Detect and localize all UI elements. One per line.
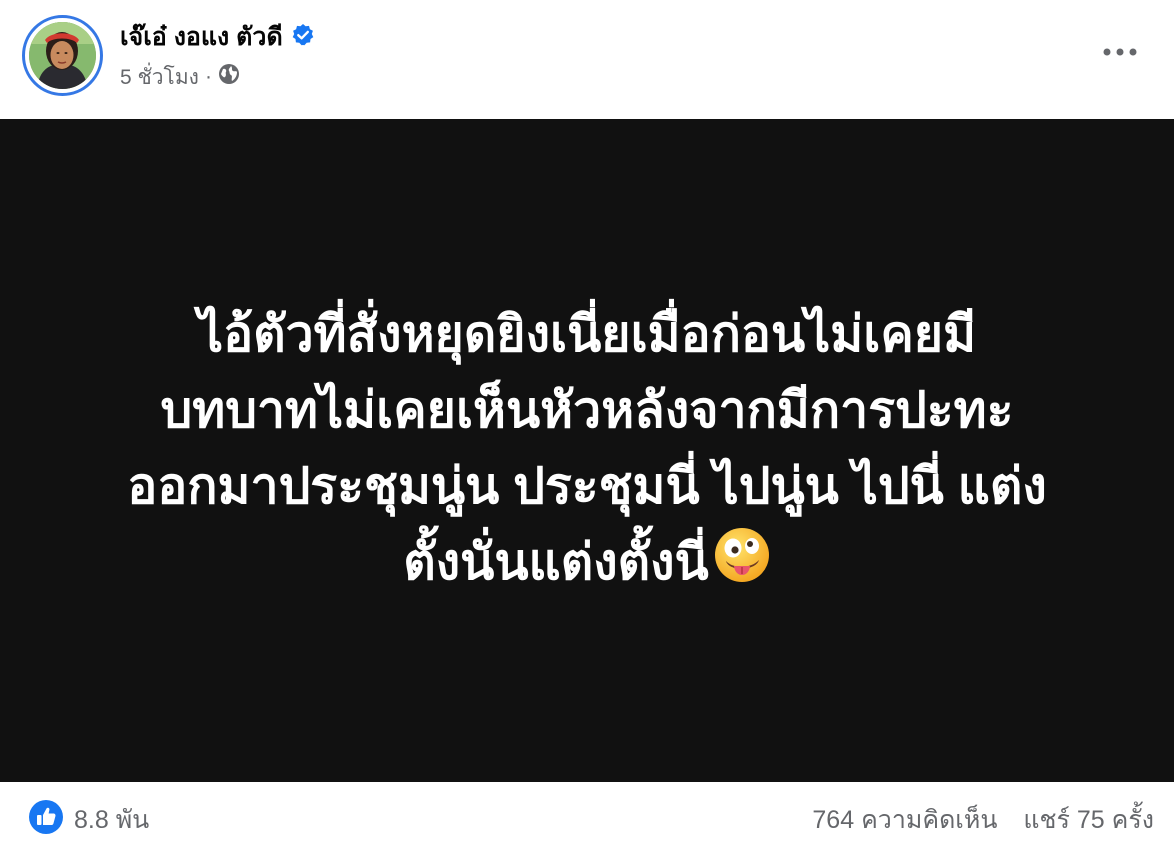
post-text-line: บทบาทไม่เคยเห็นหัวหลังจากมีการปะทะ	[160, 381, 1014, 438]
verified-badge-icon	[291, 23, 315, 52]
post-text-line: ไอ้ตัวที่สั่งหยุดยิงเนี่ยเมื่อก่อนไม่เคย…	[197, 305, 977, 362]
zany-face-emoji-icon	[713, 526, 771, 605]
more-options-button[interactable]	[1096, 34, 1144, 70]
post-header: เจ๊เอ๋ งอแง ตัวดี 5 ชั่วโมง ·	[0, 0, 1174, 119]
profile-photo	[29, 22, 96, 89]
engagement-stats: 764 ความคิดเห็น แชร์ 75 ครั้ง	[812, 802, 1154, 838]
comments-count-link[interactable]: 764 ความคิดเห็น	[812, 800, 997, 840]
meta-separator: ·	[204, 65, 212, 88]
author-row: เจ๊เอ๋ งอแง ตัวดี	[120, 20, 315, 54]
reaction-count: 8.8 พัน	[74, 806, 150, 834]
avatar[interactable]	[22, 15, 103, 96]
post-text-last-line: ตั้งนั่นแต่งตั้งนี่	[57, 524, 1117, 605]
post-footer: 8.8 พัน 764 ความคิดเห็น แชร์ 75 ครั้ง	[0, 782, 1174, 860]
post-meta: 5 ชั่วโมง ·	[120, 62, 240, 92]
author-name[interactable]: เจ๊เอ๋ งอแง ตัวดี	[120, 17, 283, 57]
reactions-summary[interactable]: 8.8 พัน	[28, 799, 150, 838]
post-timestamp[interactable]: 5 ชั่วโมง	[120, 61, 199, 94]
shares-count-link[interactable]: แชร์ 75 ครั้ง	[1023, 800, 1154, 840]
post-text-background: ไอ้ตัวที่สั่งหยุดยิงเนี่ยเมื่อก่อนไม่เคย…	[0, 119, 1174, 782]
post-text: ไอ้ตัวที่สั่งหยุดยิงเนี่ยเมื่อก่อนไม่เคย…	[57, 296, 1117, 605]
post-text-line: ออกมาประชุมนู่น ประชุมนี่ ไปนู่น ไปนี่ แ…	[127, 457, 1047, 514]
more-options-icon	[1103, 43, 1137, 61]
post-text-line: ตั้งนั่นแต่งตั้งนี่	[403, 533, 709, 590]
like-icon	[28, 799, 64, 842]
globe-icon[interactable]	[218, 63, 240, 91]
